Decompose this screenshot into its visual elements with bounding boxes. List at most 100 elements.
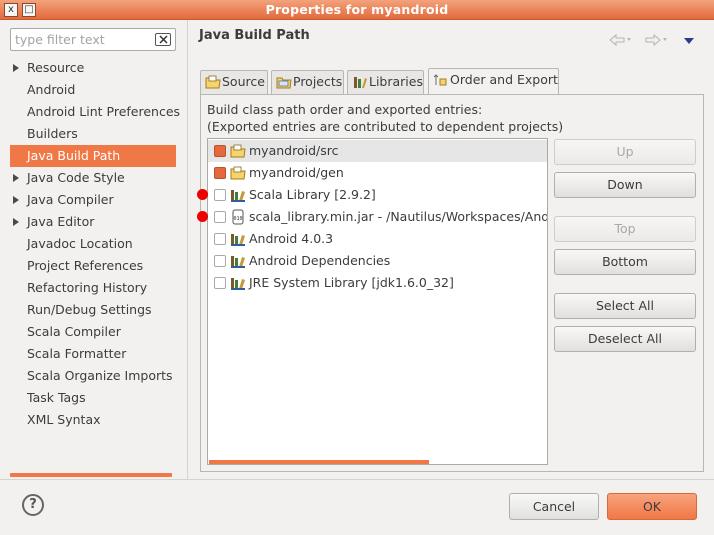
libraries-icon [354,77,367,88]
back-button[interactable] [608,32,636,48]
tree-item-label: Java Compiler [27,192,114,207]
help-button[interactable]: ? [22,494,44,516]
back-arrow-icon [609,33,631,47]
down-button[interactable]: Down [554,172,696,198]
up-button[interactable]: Up [554,139,696,165]
export-checkbox[interactable] [214,255,226,267]
entry-label: Scala Library [2.9.2] [249,187,376,202]
filter-field[interactable] [10,28,176,51]
source-folder-icon [230,165,246,181]
tree-item-label: Java Build Path [27,148,121,163]
tree-item-label: Resource [27,60,85,75]
tree-horizontal-scrollbar[interactable] [10,473,172,477]
forward-button[interactable] [644,32,672,48]
window-title: Properties for myandroid [265,2,449,17]
library-icon [230,275,246,291]
entry-label: Android Dependencies [249,253,391,268]
cancel-button[interactable]: Cancel [509,493,599,520]
tab-label: Order and Export [450,72,558,87]
entry-label: myandroid/gen [249,165,344,180]
tree-item-label: Task Tags [27,390,86,405]
svg-text:010: 010 [233,216,242,222]
tab-projects[interactable]: Projects [271,70,344,95]
bottom-button[interactable]: Bottom [554,249,696,275]
entry-label: Android 4.0.3 [249,231,334,246]
classpath-entry-row[interactable]: myandroid/src [208,140,547,162]
help-icon: ? [29,497,37,512]
tree-item-java-code-style[interactable]: Java Code Style [10,167,176,189]
tree-item-label: Run/Debug Settings [27,302,152,317]
tree-item-javadoc-location[interactable]: Javadoc Location [10,233,176,255]
tree-item-label: Builders [27,126,78,141]
top-button[interactable]: Top [554,216,696,242]
classpath-entry-row[interactable]: Android Dependencies [208,250,547,272]
tree-item-scala-organize-imports[interactable]: Scala Organize Imports [10,365,176,387]
tree-item-label: Project References [27,258,144,273]
tree-item-java-build-path[interactable]: Java Build Path [10,145,176,167]
tree-item-resource[interactable]: Resource [10,57,176,79]
tree-item-java-editor[interactable]: Java Editor [10,211,176,233]
list-horizontal-scrollbar[interactable] [209,460,429,464]
tree-item-label: Scala Compiler [27,324,121,339]
tree-item-run-debug-settings[interactable]: Run/Debug Settings [10,299,176,321]
tree-item-label: Java Editor [27,214,95,229]
library-icon [230,231,246,247]
tree-item-java-compiler[interactable]: Java Compiler [10,189,176,211]
tree-item-project-references[interactable]: Project References [10,255,176,277]
view-menu-button[interactable] [684,38,694,44]
export-checkbox[interactable] [214,233,226,245]
tree-item-scala-compiler[interactable]: Scala Compiler [10,321,176,343]
export-checkbox[interactable] [214,145,226,157]
tab-order-and-export[interactable]: Order and Export [428,68,559,95]
deselect-all-button[interactable]: Deselect All [554,326,696,352]
export-checkbox[interactable] [214,277,226,289]
tab-source[interactable]: Source [200,70,268,95]
description-line: Build class path order and exported entr… [207,102,483,117]
projects-icon [276,77,292,89]
tree-item-label: Javadoc Location [27,236,133,251]
library-icon [230,253,246,269]
classpath-entry-row[interactable]: 010 scala_library.min.jar - /Nautilus/Wor… [208,206,547,228]
expand-arrow-icon[interactable] [13,196,19,204]
tab-libraries[interactable]: Libraries [347,70,424,95]
expand-arrow-icon[interactable] [13,218,19,226]
tree-item-xml-syntax[interactable]: XML Syntax [10,409,176,431]
tree-item-android-lint-preferences[interactable]: Android Lint Preferences [10,101,180,123]
tab-label: Projects [293,74,343,89]
tree-item-label: XML Syntax [27,412,101,427]
annotation-marker-dot [197,189,208,200]
expand-arrow-icon[interactable] [13,174,19,182]
tree-item-label: Scala Organize Imports [27,368,173,383]
tab-label: Libraries [369,74,423,89]
export-checkbox[interactable] [214,167,226,179]
tree-item-builders[interactable]: Builders [10,123,176,145]
ok-button[interactable]: OK [607,493,697,520]
source-folder-icon [230,143,246,159]
pane-divider[interactable] [187,20,188,479]
classpath-entry-row[interactable]: JRE System Library [jdk1.6.0_32] [208,272,547,294]
tree-item-label: Scala Formatter [27,346,127,361]
source-folder-icon [205,75,221,89]
export-checkbox[interactable] [214,189,226,201]
entry-label: myandroid/src [249,143,339,158]
entry-label: JRE System Library [jdk1.6.0_32] [249,275,454,290]
select-all-button[interactable]: Select All [554,293,696,319]
export-checkbox[interactable] [214,211,226,223]
tree-item-scala-formatter[interactable]: Scala Formatter [10,343,176,365]
window-titlebar[interactable]: x □ Properties for myandroid [0,0,714,20]
entry-label: scala_library.min.jar - /Nautilus/Worksp… [249,209,548,224]
filter-input[interactable] [15,32,149,47]
tree-item-task-tags[interactable]: Task Tags [10,387,176,409]
classpath-entry-row[interactable]: Scala Library [2.9.2] [208,184,547,206]
clear-filter-button[interactable] [155,33,171,46]
tree-item-refactoring-history[interactable]: Refactoring History [10,277,176,299]
order-export-icon [433,74,447,86]
classpath-entry-row[interactable]: Android 4.0.3 [208,228,547,250]
expand-arrow-icon[interactable] [13,64,19,72]
tab-label: Source [222,74,265,89]
classpath-entries-list[interactable]: JRE System Library [jdk1.6.0_32] Android … [207,138,548,465]
tree-item-label: Refactoring History [27,280,148,295]
classpath-entry-row[interactable]: myandroid/gen [208,162,547,184]
tree-item-android[interactable]: Android [10,79,176,101]
page-title: Java Build Path [199,28,310,43]
